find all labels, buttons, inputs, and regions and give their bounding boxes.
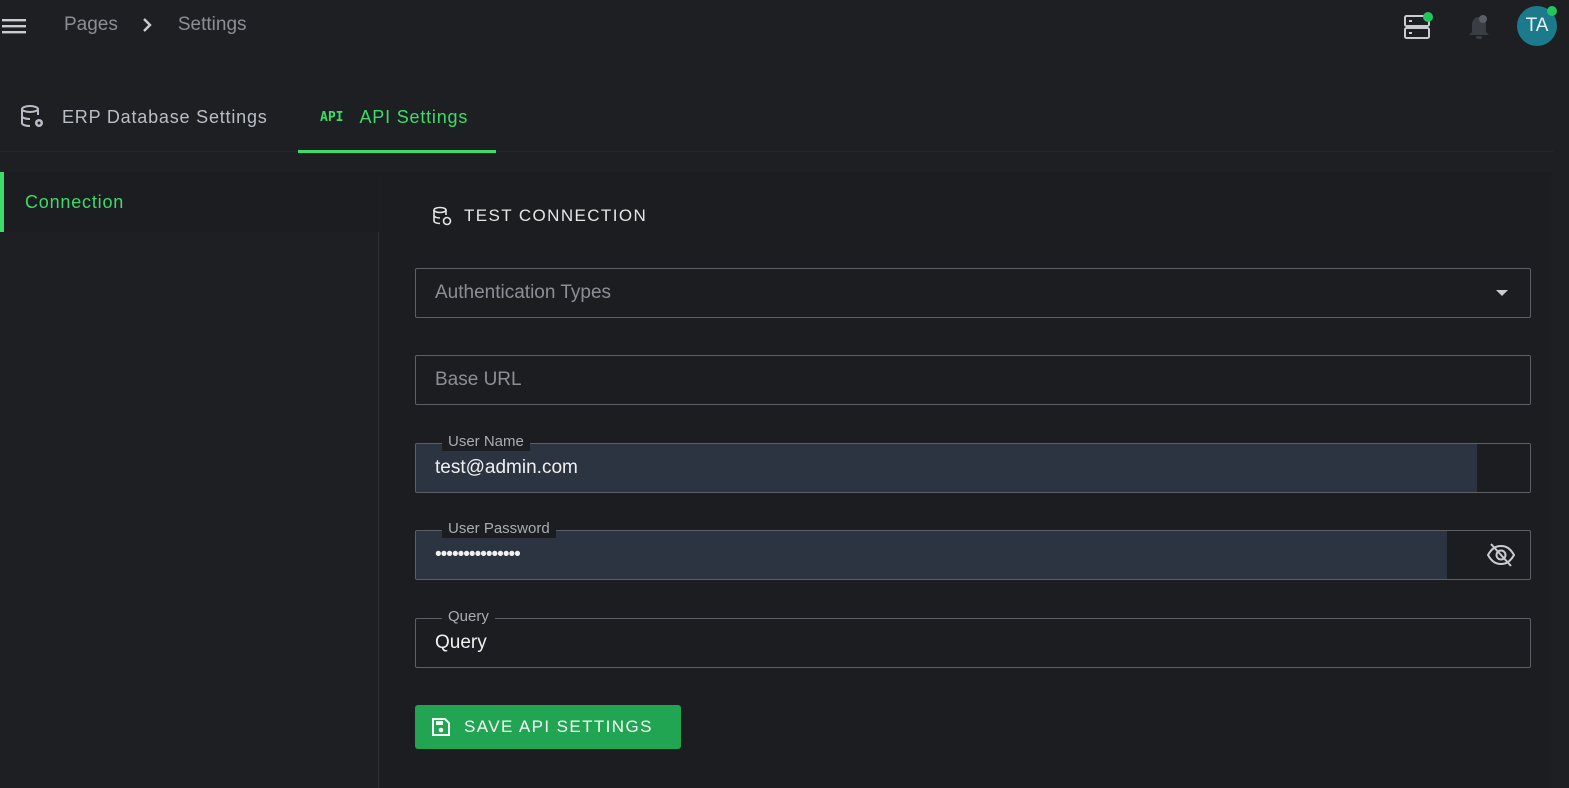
status-dot — [1423, 12, 1433, 22]
user-password-value: ••••••••••••••• — [435, 544, 521, 565]
user-password-input[interactable]: ••••••••••••••• User Password — [415, 520, 1531, 580]
tab-label: API Settings — [359, 106, 469, 127]
top-bar: Pages Settings TA — [0, 0, 1569, 54]
breadcrumb-settings: Settings — [177, 14, 247, 35]
user-name-label: User Name — [442, 433, 530, 451]
settings-tabs: ERP Database Settings API API Settings — [0, 82, 1553, 153]
avatar[interactable]: TA — [1517, 6, 1557, 46]
test-connection-button[interactable]: TEST CONNECTION — [432, 200, 647, 232]
user-name-input[interactable]: test@admin.com User Name — [415, 433, 1531, 493]
save-label: SAVE API SETTINGS — [464, 717, 653, 736]
menu-icon[interactable] — [2, 14, 26, 38]
breadcrumb-pages[interactable]: Pages — [64, 14, 118, 36]
base-url-placeholder: Base URL — [435, 369, 522, 390]
save-icon — [431, 717, 451, 737]
sidebar: Connection — [0, 172, 379, 788]
tab-api-settings[interactable]: API API Settings — [298, 82, 496, 153]
tab-label: ERP Database Settings — [62, 106, 268, 127]
chevron-right-icon — [142, 15, 156, 35]
autofill-background — [416, 531, 1447, 579]
sidebar-item-label: Connection — [25, 191, 125, 212]
breadcrumb: Pages Settings — [64, 14, 247, 36]
eye-off-icon[interactable] — [1486, 542, 1516, 568]
caret-down-icon — [1496, 290, 1508, 296]
user-name-value: test@admin.com — [435, 457, 578, 478]
notification-dot — [1479, 15, 1487, 23]
tab-erp-database-settings[interactable]: ERP Database Settings — [20, 82, 268, 152]
query-value: Query — [435, 632, 487, 653]
authentication-types-placeholder: Authentication Types — [435, 282, 612, 303]
query-input[interactable]: Query Query — [415, 608, 1531, 668]
bell-icon[interactable] — [1464, 12, 1494, 42]
save-api-settings-button[interactable]: SAVE API SETTINGS — [415, 705, 681, 749]
user-password-label: User Password — [442, 520, 556, 538]
active-tab-indicator — [298, 150, 496, 153]
base-url-input[interactable]: Base URL — [415, 355, 1531, 405]
query-label: Query — [442, 608, 495, 626]
sidebar-item-connection[interactable]: Connection — [0, 172, 379, 232]
database-sync-icon — [432, 206, 452, 226]
api-icon: API — [320, 109, 344, 125]
avatar-initials: TA — [1525, 15, 1549, 36]
online-dot — [1547, 6, 1557, 16]
server-icon[interactable] — [1403, 12, 1433, 42]
database-settings-icon — [20, 104, 46, 130]
authentication-types-select[interactable]: Authentication Types — [415, 268, 1531, 318]
test-connection-label: TEST CONNECTION — [464, 206, 648, 225]
